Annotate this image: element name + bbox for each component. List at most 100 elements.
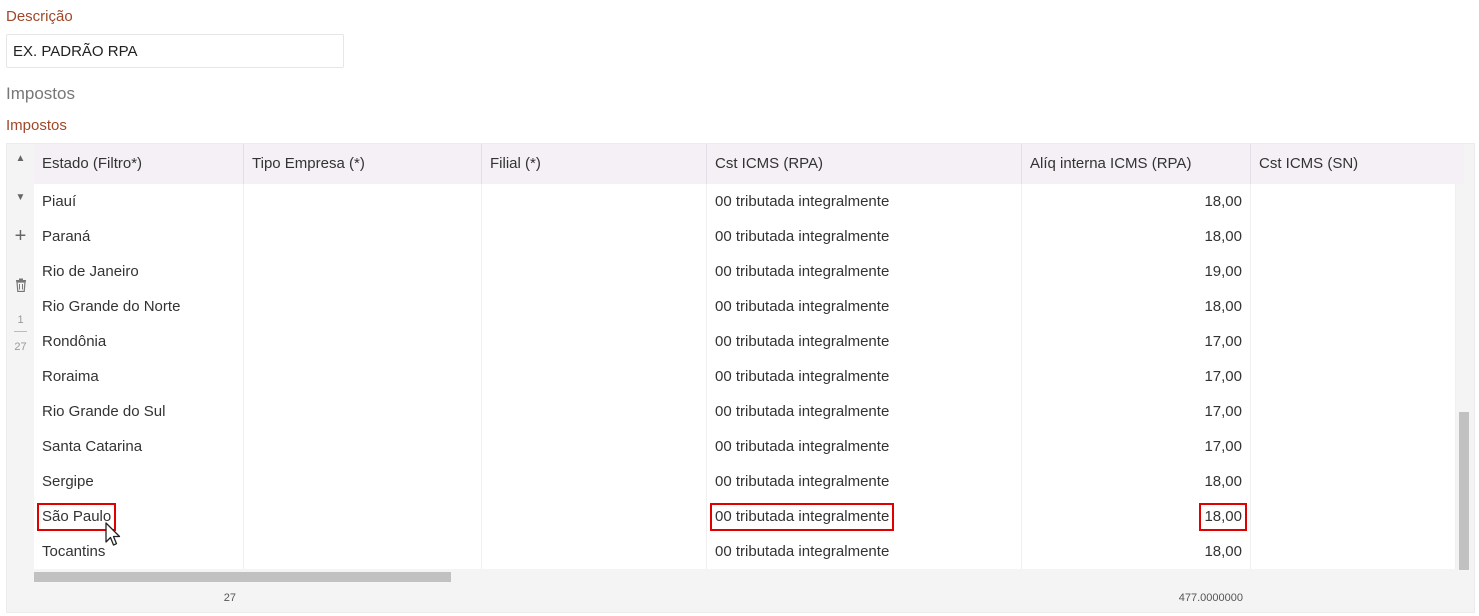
cell-tipo[interactable] [244,359,482,394]
cell-value: São Paulo [37,503,117,531]
cell-value: 19,00 [1204,263,1242,280]
table-row[interactable]: Sergipe 00 tributada integralmente 18,00 [34,464,1456,499]
cell-cst[interactable]: 00 tributada integralmente [707,394,1022,429]
cell-cst-sn[interactable] [1251,184,1456,219]
cell-filial[interactable] [482,324,707,359]
cell-cst-sn[interactable] [1251,254,1456,289]
cell-filial[interactable] [482,184,707,219]
table-row[interactable]: Santa Catarina 00 tributada integralmente… [34,429,1456,464]
impostos-grid-label: Impostos [6,117,67,134]
cell-estado[interactable]: Roraima [34,359,244,394]
cell-tipo[interactable] [244,254,482,289]
cell-estado[interactable]: São Paulo [34,499,244,534]
cell-aliq[interactable]: 18,00 [1022,219,1251,254]
cell-cst[interactable]: 00 tributada integralmente [707,534,1022,569]
cell-estado[interactable]: Santa Catarina [34,429,244,464]
cell-aliq[interactable]: 18,00 [1022,184,1251,219]
column-header-cst-icms-sn[interactable]: Cst ICMS (SN) [1251,144,1464,184]
cell-tipo[interactable] [244,429,482,464]
column-header-label: Cst ICMS (RPA) [715,155,824,172]
cell-aliq[interactable]: 18,00 [1022,464,1251,499]
cell-tipo[interactable] [244,324,482,359]
cell-cst-sn[interactable] [1251,324,1456,359]
cell-aliq[interactable]: 18,00 [1022,289,1251,324]
cell-cst-sn[interactable] [1251,394,1456,429]
cell-estado[interactable]: Tocantins [34,534,244,569]
table-row[interactable]: São Paulo 00 tributada integralmente 18,00 [34,499,1456,534]
column-header-filial[interactable]: Filial (*) [482,144,707,184]
table-row[interactable]: Rio de Janeiro 00 tributada integralmente… [34,254,1456,289]
cell-estado[interactable]: Piauí [34,184,244,219]
cell-aliq[interactable]: 17,00 [1022,429,1251,464]
cell-cst-sn[interactable] [1251,534,1456,569]
plus-icon[interactable]: + [7,226,34,246]
cell-filial[interactable] [482,289,707,324]
cell-tipo[interactable] [244,464,482,499]
cell-filial[interactable] [482,534,707,569]
cell-filial[interactable] [482,429,707,464]
cell-tipo[interactable] [244,534,482,569]
cell-cst-sn[interactable] [1251,219,1456,254]
cell-estado[interactable]: Rio Grande do Norte [34,289,244,324]
column-header-aliq-interna[interactable]: Alíq interna ICMS (RPA) [1022,144,1251,184]
cell-filial[interactable] [482,254,707,289]
cell-aliq[interactable]: 18,00 [1022,499,1251,534]
trash-icon[interactable] [7,278,34,297]
cell-estado[interactable]: Rio de Janeiro [34,254,244,289]
table-row[interactable]: Roraima 00 tributada integralmente 17,00 [34,359,1456,394]
cell-cst[interactable]: 00 tributada integralmente [707,499,1022,534]
cell-aliq[interactable]: 17,00 [1022,359,1251,394]
cell-tipo[interactable] [244,499,482,534]
cell-estado[interactable]: Rio Grande do Sul [34,394,244,429]
caret-down-icon[interactable]: ▼ [7,192,34,203]
table-row[interactable]: Rondônia 00 tributada integralmente 17,00 [34,324,1456,359]
cell-filial[interactable] [482,499,707,534]
cell-filial[interactable] [482,219,707,254]
cell-cst[interactable]: 00 tributada integralmente [707,464,1022,499]
caret-up-icon[interactable]: ▲ [7,153,34,164]
cell-value: Tocantins [42,543,106,560]
cell-aliq[interactable]: 17,00 [1022,394,1251,429]
cell-value: Sergipe [42,473,94,490]
table-row[interactable]: Piauí 00 tributada integralmente 18,00 [34,184,1456,219]
cell-estado[interactable]: Sergipe [34,464,244,499]
cell-cst[interactable]: 00 tributada integralmente [707,254,1022,289]
table-row[interactable]: Rio Grande do Norte 00 tributada integral… [34,289,1456,324]
column-header-cst-icms-rpa[interactable]: Cst ICMS (RPA) [707,144,1022,184]
cell-tipo[interactable] [244,184,482,219]
cell-aliq[interactable]: 19,00 [1022,254,1251,289]
cell-aliq[interactable]: 18,00 [1022,534,1251,569]
cell-value: 17,00 [1204,368,1242,385]
cell-filial[interactable] [482,359,707,394]
cell-cst-sn[interactable] [1251,464,1456,499]
cell-tipo[interactable] [244,394,482,429]
cell-cst[interactable]: 00 tributada integralmente [707,219,1022,254]
cell-estado[interactable]: Paraná [34,219,244,254]
cell-estado[interactable]: Rondônia [34,324,244,359]
grid-header: Estado (Filtro*) Tipo Empresa (*) Filial… [34,144,1464,184]
cell-value: 00 tributada integralmente [715,333,890,350]
cell-aliq[interactable]: 17,00 [1022,324,1251,359]
table-row[interactable]: Rio Grande do Sul 00 tributada integralme… [34,394,1456,429]
cell-tipo[interactable] [244,219,482,254]
cell-value: 18,00 [1204,228,1242,245]
cell-filial[interactable] [482,394,707,429]
column-header-estado[interactable]: Estado (Filtro*) [34,144,244,184]
cell-cst[interactable]: 00 tributada integralmente [707,429,1022,464]
cell-tipo[interactable] [244,289,482,324]
description-input[interactable]: EX. PADRÃO RPA [6,34,344,68]
cell-cst[interactable]: 00 tributada integralmente [707,184,1022,219]
table-row[interactable]: Paraná 00 tributada integralmente 18,00 [34,219,1456,254]
cell-cst-sn[interactable] [1251,499,1456,534]
cell-cst[interactable]: 00 tributada integralmente [707,359,1022,394]
cell-filial[interactable] [482,464,707,499]
table-row[interactable]: Tocantins 00 tributada integralmente 18,00 [34,534,1456,569]
cell-cst-sn[interactable] [1251,429,1456,464]
cell-cst[interactable]: 00 tributada integralmente [707,324,1022,359]
cell-cst-sn[interactable] [1251,289,1456,324]
cell-cst[interactable]: 00 tributada integralmente [707,289,1022,324]
cell-cst-sn[interactable] [1251,359,1456,394]
vertical-scrollbar-thumb[interactable] [1459,412,1469,570]
horizontal-scrollbar-thumb[interactable] [34,572,451,582]
column-header-tipo-empresa[interactable]: Tipo Empresa (*) [244,144,482,184]
